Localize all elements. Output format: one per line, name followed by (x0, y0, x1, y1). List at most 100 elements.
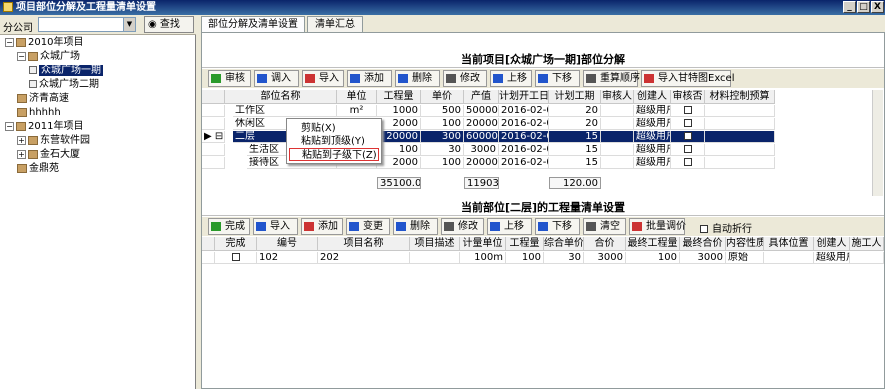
toolbar-button[interactable]: 重算顺序 (583, 70, 640, 87)
audit-checkbox-cell[interactable] (671, 131, 705, 143)
column-header[interactable]: 合价 (584, 237, 626, 251)
toolbar-button[interactable]: 审核 (208, 70, 251, 87)
menu-item-cut[interactable]: 剪贴(X) (289, 122, 379, 135)
grid-cell[interactable] (850, 252, 884, 264)
grid-cell[interactable] (705, 105, 775, 117)
grid-cell[interactable]: 102 (257, 252, 318, 264)
toolbar-button[interactable]: 修改 (443, 70, 487, 87)
column-header[interactable]: 审核否 (671, 90, 705, 104)
grid-cell[interactable]: 2016-02-01 (499, 144, 549, 156)
toolbar-button[interactable]: 删除 (395, 70, 440, 87)
grid-cell[interactable] (601, 131, 634, 143)
column-header[interactable]: 完成 (215, 237, 257, 251)
grid-cell[interactable]: 6000000 (464, 131, 499, 143)
grid-cell[interactable]: 15 (549, 157, 601, 169)
grid-cell[interactable]: 500 (421, 105, 464, 117)
grid-cell[interactable]: 100 (421, 157, 464, 169)
column-header[interactable]: 计量单位 (460, 237, 506, 251)
expand-toggle-icon[interactable]: + (17, 135, 26, 145)
column-header[interactable]: 工程量 (506, 237, 544, 251)
grid-cell[interactable]: 3000 (464, 144, 499, 156)
grid-cell[interactable]: 超级用户 (634, 157, 671, 169)
tree-node[interactable]: hhhhh (17, 106, 61, 119)
column-header[interactable]: 项目描述 (410, 237, 460, 251)
checkbox-box[interactable] (700, 225, 708, 233)
column-header[interactable]: 项目名称 (318, 237, 410, 251)
audit-checkbox-cell[interactable] (671, 118, 705, 130)
checkbox-box[interactable] (683, 145, 692, 153)
toolbar-button[interactable]: 下移 (535, 70, 580, 87)
grid-cell[interactable]: 20 (549, 118, 601, 130)
grid-cell[interactable]: 30 (544, 252, 584, 264)
tree-node[interactable]: 众城广场二期 (29, 78, 99, 91)
tree-node[interactable]: 众城广场一期 (29, 64, 103, 77)
column-header[interactable]: 单位 (337, 90, 377, 104)
toolbar-button[interactable]: 删除 (393, 218, 438, 235)
branch-select[interactable]: ▼ (38, 17, 136, 32)
tree-node[interactable]: 金鼎苑 (17, 162, 59, 175)
column-header[interactable]: 工程量 (377, 90, 421, 104)
grid-cell[interactable]: 2016-02-01 (499, 118, 549, 130)
grid-cell[interactable] (601, 157, 634, 169)
checkbox-box[interactable] (683, 106, 692, 114)
grid-cell[interactable] (410, 252, 460, 264)
column-header[interactable]: 部位名称 (225, 90, 337, 104)
column-header[interactable]: 具体位置 (764, 237, 814, 251)
grid-cell[interactable]: 30 (421, 144, 464, 156)
grid-cell[interactable]: 100 (377, 144, 421, 156)
grid-cell[interactable]: 20 (549, 105, 601, 117)
grid-cell[interactable]: 原始 (726, 252, 764, 264)
grid-cell[interactable]: 2000 (377, 157, 421, 169)
column-header[interactable]: 计划工期 (549, 90, 601, 104)
checkbox-box[interactable] (683, 119, 692, 127)
toolbar-button[interactable]: 导入 (302, 70, 344, 87)
grid-cell[interactable]: 2000 (377, 118, 421, 130)
grid-cell[interactable]: 1000 (377, 105, 421, 117)
chevron-down-icon[interactable]: ▼ (123, 18, 135, 31)
grid-cell[interactable] (601, 144, 634, 156)
column-header[interactable]: 创建人 (634, 90, 671, 104)
row-indicator[interactable] (202, 105, 225, 117)
grid-cell[interactable]: 超级用户 (634, 105, 671, 117)
auto-wrap-checkbox[interactable]: 自动折行 (700, 220, 752, 235)
done-checkbox-cell[interactable] (215, 252, 257, 264)
expand-toggle-icon[interactable]: − (5, 37, 14, 47)
audit-checkbox-cell[interactable] (671, 105, 705, 117)
grid-cell[interactable]: 2016-02-01 (499, 131, 549, 143)
toolbar-button[interactable]: 清空 (583, 218, 626, 235)
toolbar-button[interactable]: 完成 (208, 218, 250, 235)
menu-item-paste-child[interactable]: 粘贴到子级下(Z) (289, 148, 379, 161)
row-indicator[interactable] (202, 252, 215, 264)
toolbar-button[interactable]: 添加 (347, 70, 392, 87)
column-header[interactable]: 计划开工日期 (499, 90, 549, 104)
toolbar-button[interactable]: 导入 (253, 218, 298, 235)
row-indicator[interactable] (202, 118, 225, 130)
grid-cell[interactable] (601, 118, 634, 130)
grid-cell[interactable]: 100 (421, 118, 464, 130)
row-indicator[interactable] (202, 157, 225, 169)
close-button[interactable]: X (871, 1, 884, 13)
tree-node[interactable]: − 2010年项目 (5, 36, 83, 49)
toolbar-button[interactable]: 批量调价 (629, 218, 686, 235)
menu-item-paste-top[interactable]: 粘贴到顶级(Y) (289, 135, 379, 148)
toolbar-button[interactable]: 下移 (535, 218, 580, 235)
tab-breakdown[interactable]: 部位分解及清单设置 (201, 16, 305, 33)
grid-cell[interactable]: 100 (506, 252, 544, 264)
grid-cell[interactable] (705, 144, 775, 156)
expand-toggle-icon[interactable]: − (5, 121, 14, 131)
grid-cell[interactable]: 15 (549, 144, 601, 156)
column-header[interactable]: 材料控制预算 (705, 90, 775, 104)
minimize-button[interactable]: _ (843, 1, 856, 13)
toolbar-button[interactable]: 调入 (254, 70, 299, 87)
grid-cell[interactable]: 超级用户 (634, 131, 671, 143)
grid-cell[interactable]: 500000 (464, 105, 499, 117)
column-header[interactable]: 审核人 (601, 90, 634, 104)
grid-cell[interactable]: 2016-02-01 (499, 157, 549, 169)
tab-summary[interactable]: 清单汇总 (307, 16, 363, 32)
tree-node[interactable]: − 2011年项目 (5, 120, 83, 133)
column-header[interactable]: 编号 (257, 237, 318, 251)
grid-cell[interactable] (764, 252, 814, 264)
column-header[interactable]: 最终合价 (680, 237, 726, 251)
checkbox-box[interactable] (683, 158, 692, 166)
column-header[interactable]: 施工人 (850, 237, 884, 251)
